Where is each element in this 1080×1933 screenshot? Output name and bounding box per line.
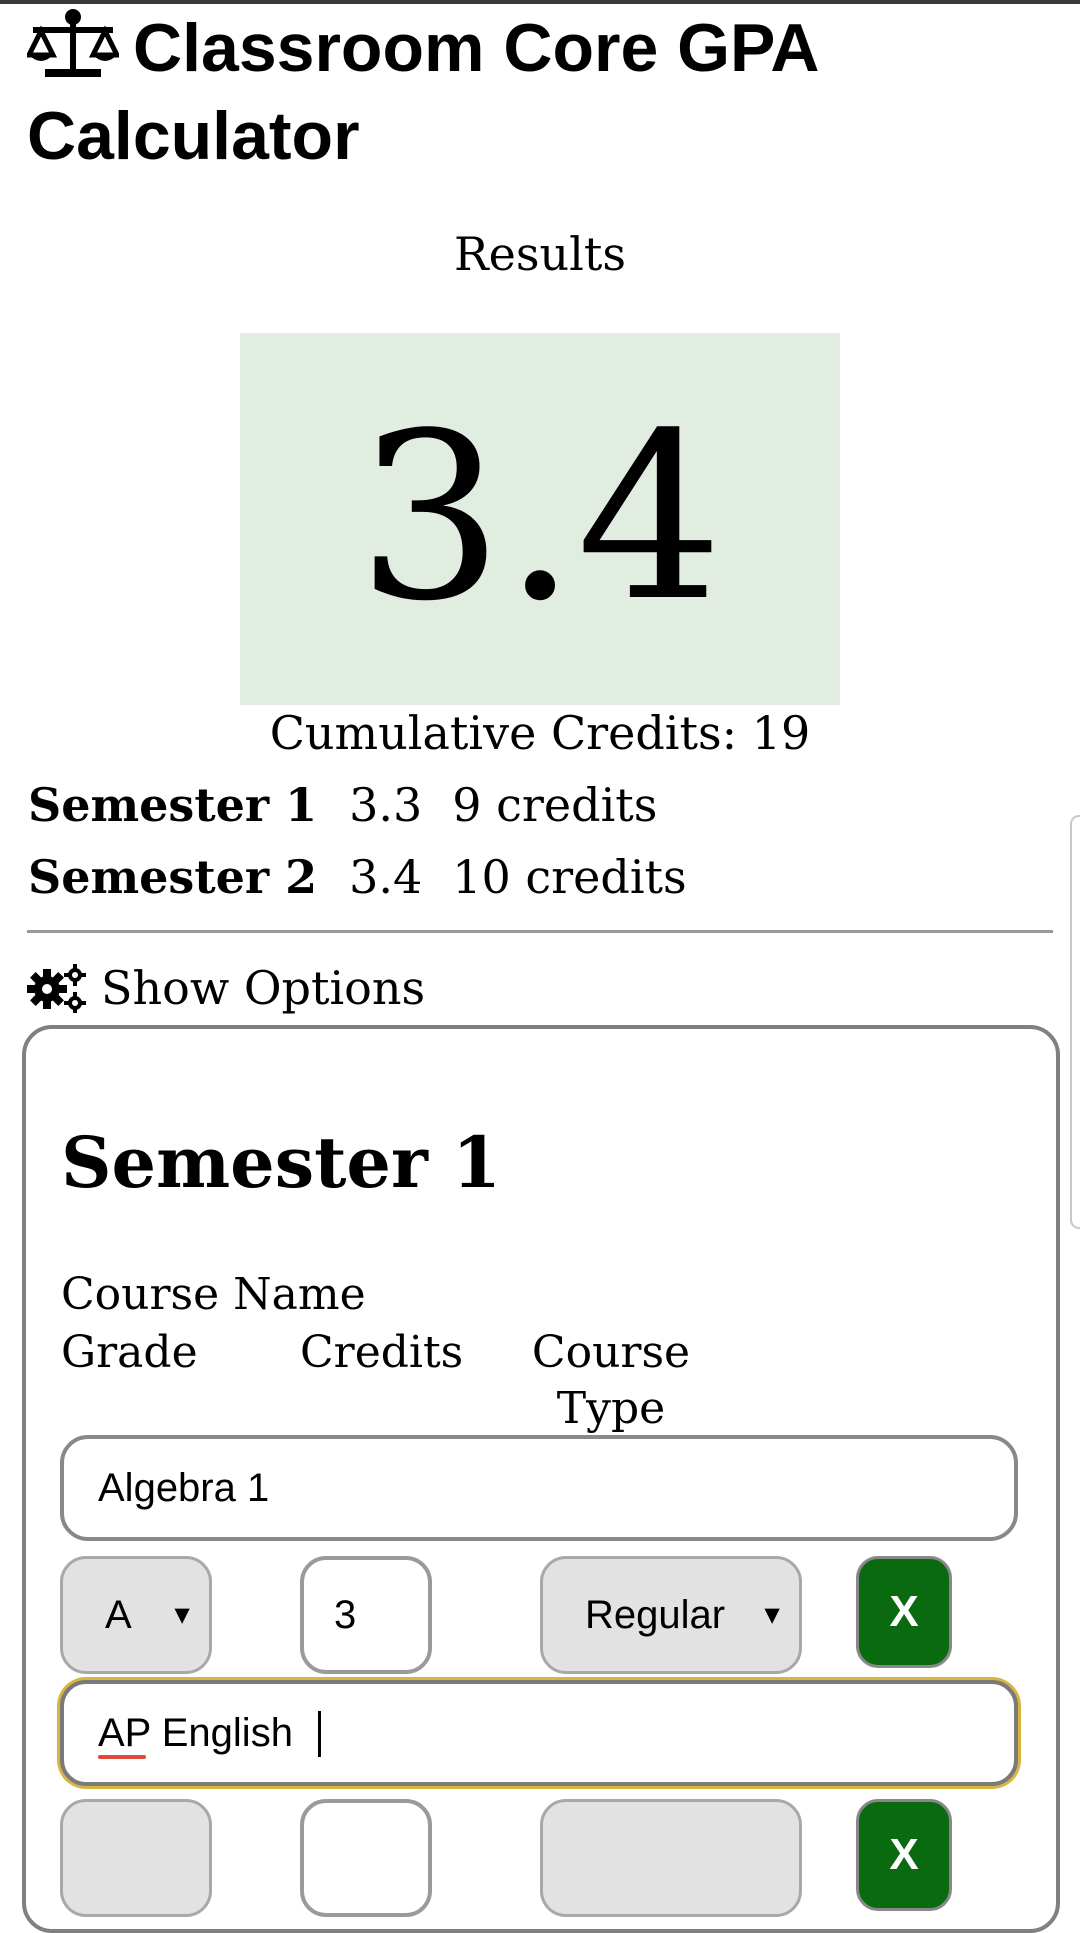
credits-input[interactable]: 3 — [300, 1556, 432, 1674]
page-title: Classroom Core GPA Calculator — [27, 4, 927, 180]
semester-name: Semester 1 — [28, 778, 318, 832]
course-type-value: Regular — [585, 1592, 726, 1637]
gears-icon — [27, 964, 86, 1013]
results-heading: Results — [454, 227, 626, 281]
remove-course-button[interactable]: X — [856, 1799, 952, 1911]
remove-label: X — [889, 1587, 919, 1636]
spellcheck-underline — [98, 1755, 146, 1759]
title-text: Classroom Core GPA Calculator — [27, 10, 817, 174]
semester-credits: 9 credits — [452, 778, 658, 832]
semester-gpa: 3.3 — [349, 778, 423, 832]
show-options-label: Show Options — [101, 961, 426, 1015]
grade-select[interactable]: A ▼ — [60, 1556, 212, 1674]
semester-gpa: 3.4 — [349, 850, 423, 904]
course-name-input[interactable] — [60, 1435, 1018, 1541]
course-name-label: Course Name — [61, 1269, 366, 1320]
scrollbar[interactable] — [1070, 815, 1080, 1229]
cumulative-credits: Cumulative Credits: 19 — [269, 706, 811, 760]
course-type-label: Course Type — [531, 1327, 691, 1434]
gpa-display: 3.4 — [240, 333, 840, 705]
grade-value: A — [105, 1592, 132, 1637]
dropdown-arrow-icon: ▼ — [169, 1599, 195, 1630]
semester-name: Semester 2 — [28, 850, 318, 904]
remove-label: X — [889, 1830, 919, 1879]
semester-title: Semester 1 — [61, 1121, 501, 1204]
balance-scale-icon — [27, 9, 119, 77]
credits-label: Credits — [300, 1327, 464, 1378]
remove-course-button[interactable]: X — [856, 1556, 952, 1668]
grade-label: Grade — [61, 1327, 198, 1378]
semester-credits: 10 credits — [452, 850, 687, 904]
semester-summary-row: Semester 2 3.4 10 credits — [28, 848, 687, 906]
semester-summary-row: Semester 1 3.3 9 credits — [28, 776, 657, 834]
gpa-value: 3.4 — [357, 385, 723, 652]
course-type-select[interactable] — [540, 1799, 802, 1917]
text-cursor — [318, 1711, 321, 1757]
dropdown-arrow-icon: ▼ — [759, 1599, 785, 1630]
credits-value: 3 — [334, 1592, 357, 1637]
credits-input[interactable] — [300, 1799, 432, 1917]
grade-select[interactable] — [60, 1799, 212, 1917]
course-type-select[interactable]: Regular ▼ — [540, 1556, 802, 1674]
course-name-input[interactable] — [60, 1680, 1018, 1786]
semester-card: Semester 1 Course Name Grade Credits Cou… — [22, 1025, 1060, 1933]
divider — [27, 930, 1053, 933]
show-options-toggle[interactable]: Show Options — [27, 958, 425, 1018]
